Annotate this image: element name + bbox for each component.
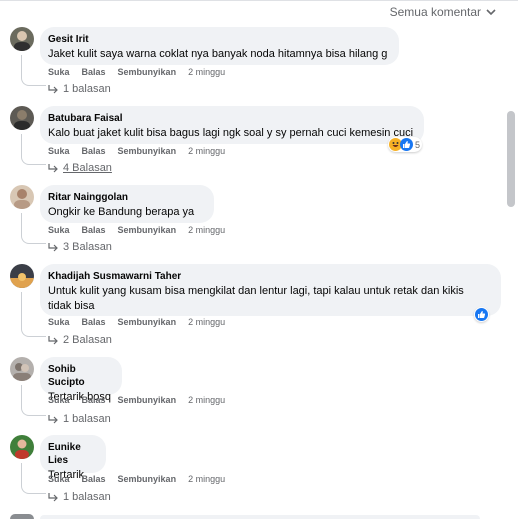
comment-text: Jaket kulit saya warna coklat nya banyak…: [48, 48, 388, 60]
thread-line: [21, 463, 46, 494]
view-replies-link[interactable]: 1 balasan: [48, 491, 111, 503]
commenter-name[interactable]: Sohib Sucipto: [48, 363, 114, 389]
avatar[interactable]: [10, 357, 34, 381]
next-comment-avatar-partial: [10, 514, 34, 519]
reply-arrow-icon: [48, 415, 58, 424]
comment-time[interactable]: 2 minggu: [188, 317, 225, 327]
view-replies-link[interactable]: 2 Balasan: [48, 334, 112, 346]
comment-time[interactable]: 2 minggu: [188, 474, 225, 484]
comment-bubble: Khadijah Susmawarni Taher Untuk kulit ya…: [40, 264, 501, 316]
comment-text: Kalo buat jaket kulit bisa bagus lagi ng…: [48, 127, 414, 139]
comment-actions: Suka Balas Sembunyikan 2 minggu: [48, 474, 225, 484]
replies-count: 1 balasan: [63, 491, 111, 503]
commenter-name[interactable]: Eunike Lies: [48, 441, 98, 467]
hide-button[interactable]: Sembunyikan: [118, 317, 177, 327]
reply-button[interactable]: Balas: [82, 146, 106, 156]
view-replies-link[interactable]: 1 balasan: [48, 83, 111, 95]
filter-label: Semua komentar: [389, 5, 481, 19]
thread-line: [21, 213, 46, 244]
like-button[interactable]: Suka: [48, 67, 70, 77]
thread-line: [21, 134, 46, 165]
thread-line: [21, 385, 46, 416]
chevron-down-icon: [486, 9, 496, 16]
thread-line: [21, 292, 46, 337]
reply-arrow-icon: [48, 164, 58, 173]
commenter-name[interactable]: Ritar Nainggolan: [48, 191, 206, 204]
like-button[interactable]: Suka: [48, 317, 70, 327]
view-replies-link[interactable]: 3 Balasan: [48, 241, 112, 253]
reply-arrow-icon: [48, 336, 58, 345]
comment-time[interactable]: 2 minggu: [188, 225, 225, 235]
commenter-name[interactable]: Khadijah Susmawarni Taher: [48, 270, 493, 283]
avatar[interactable]: [10, 185, 34, 209]
comment-bubble: Ritar Nainggolan Ongkir ke Bandung berap…: [40, 185, 214, 223]
comment-time[interactable]: 2 minggu: [188, 67, 225, 77]
reply-button[interactable]: Balas: [82, 67, 106, 77]
top-divider: [0, 0, 518, 1]
hide-button[interactable]: Sembunyikan: [118, 67, 177, 77]
comment-text-line-1: Untuk kulit yang kusam bisa mengkilat da…: [48, 285, 464, 297]
commenter-name[interactable]: Gesit Irit: [48, 33, 391, 46]
reaction-summary[interactable]: 5: [388, 137, 423, 152]
comment-actions: Suka Balas Sembunyikan 2 minggu: [48, 225, 225, 235]
reply-button[interactable]: Balas: [82, 317, 106, 327]
commenter-name[interactable]: Batubara Faisal: [48, 112, 416, 125]
view-replies-link[interactable]: 1 balasan: [48, 413, 111, 425]
reply-button[interactable]: Balas: [82, 395, 106, 405]
like-button[interactable]: Suka: [48, 395, 70, 405]
next-comment-bubble-partial: [40, 515, 480, 519]
reply-button[interactable]: Balas: [82, 225, 106, 235]
replies-count: 4 Balasan: [63, 162, 112, 174]
like-button[interactable]: Suka: [48, 146, 70, 156]
view-replies-link[interactable]: 4 Balasan: [48, 162, 112, 174]
replies-count: 3 Balasan: [63, 241, 112, 253]
comment-time[interactable]: 2 minggu: [188, 146, 225, 156]
replies-count: 1 balasan: [63, 413, 111, 425]
reply-arrow-icon: [48, 493, 58, 502]
thread-line: [21, 55, 46, 86]
avatar[interactable]: [10, 264, 34, 288]
replies-count: 2 Balasan: [63, 334, 112, 346]
scrollbar-thumb[interactable]: [507, 111, 515, 207]
comment-actions: Suka Balas Sembunyikan 2 minggu: [48, 317, 225, 327]
like-button[interactable]: Suka: [48, 474, 70, 484]
comment-text: Ongkir ke Bandung berapa ya: [48, 206, 195, 218]
comment-actions: Suka Balas Sembunyikan 2 minggu: [48, 395, 225, 405]
avatar[interactable]: [10, 435, 34, 459]
hide-button[interactable]: Sembunyikan: [118, 146, 177, 156]
like-button[interactable]: Suka: [48, 225, 70, 235]
like-reaction-icon: [400, 138, 413, 151]
reply-arrow-icon: [48, 85, 58, 94]
hide-button[interactable]: Sembunyikan: [118, 395, 177, 405]
hide-button[interactable]: Sembunyikan: [118, 225, 177, 235]
hide-button[interactable]: Sembunyikan: [118, 474, 177, 484]
comment-actions: Suka Balas Sembunyikan 2 minggu: [48, 67, 225, 77]
avatar[interactable]: [10, 106, 34, 130]
comment-bubble: Batubara Faisal Kalo buat jaket kulit bi…: [40, 106, 424, 144]
comment-filter-dropdown[interactable]: Semua komentar: [390, 5, 496, 19]
comment-bubble: Gesit Irit Jaket kulit saya warna coklat…: [40, 27, 399, 65]
reaction-summary[interactable]: [474, 307, 489, 322]
comment-bubble: Eunike Lies Tertarik: [40, 435, 106, 481]
comment-bubble: Sohib Sucipto Tertarik bosq: [40, 357, 122, 403]
comment-actions: Suka Balas Sembunyikan 2 minggu: [48, 146, 225, 156]
like-reaction-icon: [475, 308, 488, 321]
avatar[interactable]: [10, 27, 34, 51]
reply-button[interactable]: Balas: [82, 474, 106, 484]
reply-arrow-icon: [48, 243, 58, 252]
replies-count: 1 balasan: [63, 83, 111, 95]
reaction-count: 5: [415, 139, 421, 150]
comment-text-line-2: tidak bisa: [48, 300, 95, 312]
comment-time[interactable]: 2 minggu: [188, 395, 225, 405]
